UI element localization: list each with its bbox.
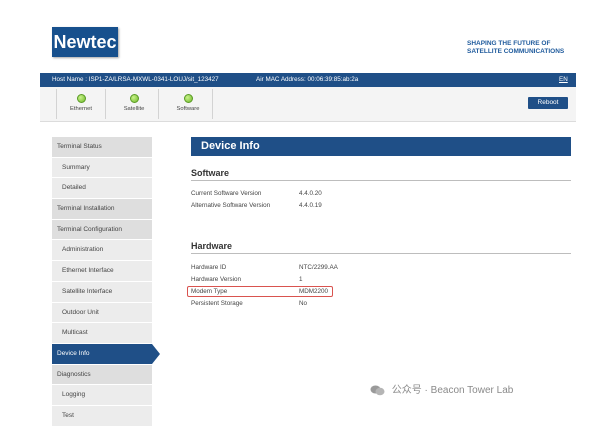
status-led-icon <box>129 94 139 103</box>
row-value: 4.4.0.19 <box>299 202 322 209</box>
row-label: Persistent Storage <box>191 300 243 307</box>
host-name: Host Name : ISP1-ZA/LRSA-MXWL-0341-LOUJ/… <box>52 76 219 83</box>
tagline-line-2: SATELLITE COMMUNICATIONS <box>467 48 565 55</box>
sidebar-item-satellite-interface[interactable]: Satellite Interface <box>52 281 152 303</box>
software-heading: Software <box>191 168 571 181</box>
row-value: No <box>299 300 308 307</box>
sidebar-item-outdoor-unit[interactable]: Outdoor Unit <box>52 302 152 324</box>
tagline: SHAPING THE FUTURE OF SATELLITE COMMUNIC… <box>467 40 577 56</box>
sidebar-item-administration[interactable]: Administration <box>52 240 152 262</box>
language-link[interactable]: EN <box>559 73 568 87</box>
reboot-button[interactable]: Reboot <box>528 97 568 109</box>
nav-ethernet[interactable]: Ethernet <box>56 89 106 119</box>
nav-satellite[interactable]: Satellite <box>110 89 159 119</box>
sidebar-item-diagnostics[interactable]: Diagnostics <box>52 364 152 386</box>
page-title: Device Info <box>191 137 571 156</box>
status-led-icon <box>76 94 86 103</box>
sidebar-item-detailed[interactable]: Detailed <box>52 178 152 200</box>
sidebar-item-multicast[interactable]: Multicast <box>52 323 152 344</box>
row-value: 1 <box>299 276 303 283</box>
row-label: Alternative Software Version <box>191 202 271 209</box>
sidebar-item-device-info[interactable]: Device Info <box>52 343 160 365</box>
nav-software-label: Software <box>176 106 200 112</box>
status-navbar: Ethernet Satellite Software Reboot <box>40 87 576 122</box>
tagline-line-1: SHAPING THE FUTURE OF <box>467 40 551 47</box>
sidebar-item-terminal-configuration[interactable]: Terminal Configuration <box>52 219 152 241</box>
sidebar: Terminal Status Summary Detailed Termina… <box>52 137 160 427</box>
row-label: Hardware ID <box>191 264 227 271</box>
row-label: Hardware Version <box>191 276 242 283</box>
hardware-heading: Hardware <box>191 241 571 254</box>
watermark-text: 公众号 · Beacon Tower Lab <box>391 385 514 396</box>
row-label: Current Software Version <box>191 190 262 197</box>
status-led-icon <box>183 94 193 103</box>
host-info-bar: Host Name : ISP1-ZA/LRSA-MXWL-0341-LOUJ/… <box>40 73 576 87</box>
sidebar-item-summary[interactable]: Summary <box>52 157 152 179</box>
row-value: NTC/2299.AA <box>299 264 338 271</box>
wechat-icon <box>370 385 385 396</box>
sidebar-item-terminal-status[interactable]: Terminal Status <box>52 137 152 158</box>
nav-satellite-label: Satellite <box>123 106 145 112</box>
row-value: 4.4.0.20 <box>299 190 322 197</box>
nav-software[interactable]: Software <box>164 89 213 119</box>
newtec-logo: Newtec <box>52 27 118 57</box>
sidebar-item-test[interactable]: Test <box>52 405 152 427</box>
modem-type-highlight <box>187 286 333 297</box>
sidebar-item-ethernet-interface[interactable]: Ethernet Interface <box>52 261 152 282</box>
sidebar-item-terminal-installation[interactable]: Terminal Installation <box>52 199 152 220</box>
air-mac-address: Air MAC Address: 00:06:39:85:ab:2a <box>256 76 359 83</box>
sidebar-item-logging[interactable]: Logging <box>52 385 152 406</box>
watermark: 公众号 · Beacon Tower Lab <box>370 381 513 396</box>
nav-ethernet-label: Ethernet <box>70 106 92 112</box>
